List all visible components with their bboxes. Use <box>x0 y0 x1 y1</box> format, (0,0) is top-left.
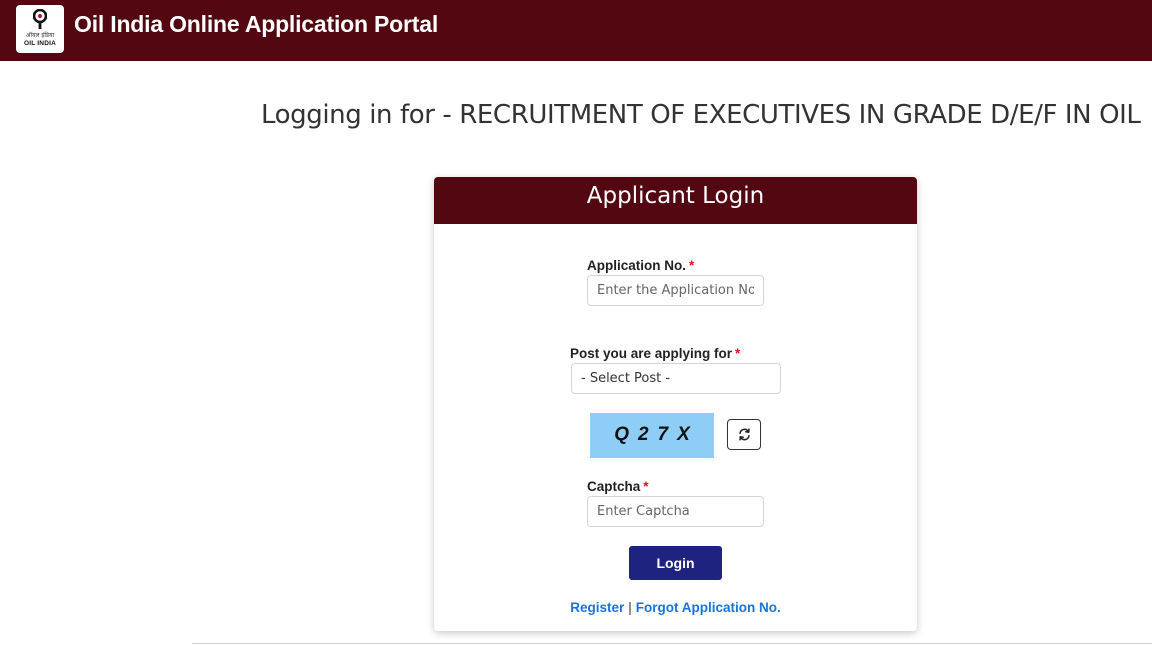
logo-text: OIL INDIA <box>23 40 56 47</box>
post-label-text: Post you are applying for <box>570 346 733 361</box>
captcha-label-text: Captcha <box>587 479 641 494</box>
portal-title: Oil India Online Application Portal <box>74 11 439 37</box>
login-button[interactable]: Login <box>629 546 722 580</box>
required-mark: * <box>689 258 695 273</box>
required-mark: * <box>643 479 649 494</box>
login-card-header: Applicant Login <box>434 177 917 224</box>
logo-hindi-text: ऑयल इंडिया <box>25 32 55 39</box>
applicant-login-card: Applicant Login Application No.* Post yo… <box>434 177 917 631</box>
oil-india-logo[interactable]: ऑयल इंडिया OIL INDIA <box>16 5 64 53</box>
post-select[interactable]: - Select Post - <box>571 363 781 394</box>
recruitment-heading: Logging in for - RECRUITMENT OF EXECUTIV… <box>261 100 1141 130</box>
application-no-input[interactable] <box>587 275 764 306</box>
captcha-image: Q27X <box>590 413 714 458</box>
login-card-title: Applicant Login <box>586 183 765 209</box>
refresh-icon <box>739 428 750 441</box>
forgot-application-no-link[interactable]: Forgot Application No. <box>636 600 781 615</box>
application-no-label: Application No. * <box>587 258 694 273</box>
captcha-label: Captcha * <box>587 479 649 494</box>
link-separator: | <box>628 600 632 615</box>
captcha-input[interactable] <box>587 496 764 527</box>
post-label: Post you are applying for * <box>570 346 740 361</box>
required-mark: * <box>735 346 741 361</box>
refresh-captcha-button[interactable] <box>727 419 761 450</box>
login-footer-links: Register | Forgot Application No. <box>434 600 917 615</box>
application-no-label-text: Application No. <box>587 258 686 273</box>
bottom-divider <box>192 643 1152 644</box>
oil-drop-logo-icon <box>33 9 47 29</box>
captcha-image-text: Q27X <box>614 424 699 445</box>
post-select-value: - Select Post - <box>581 371 671 386</box>
top-navbar: ऑयल इंडिया OIL INDIA Oil India Online Ap… <box>0 0 1152 61</box>
register-link[interactable]: Register <box>570 600 624 615</box>
